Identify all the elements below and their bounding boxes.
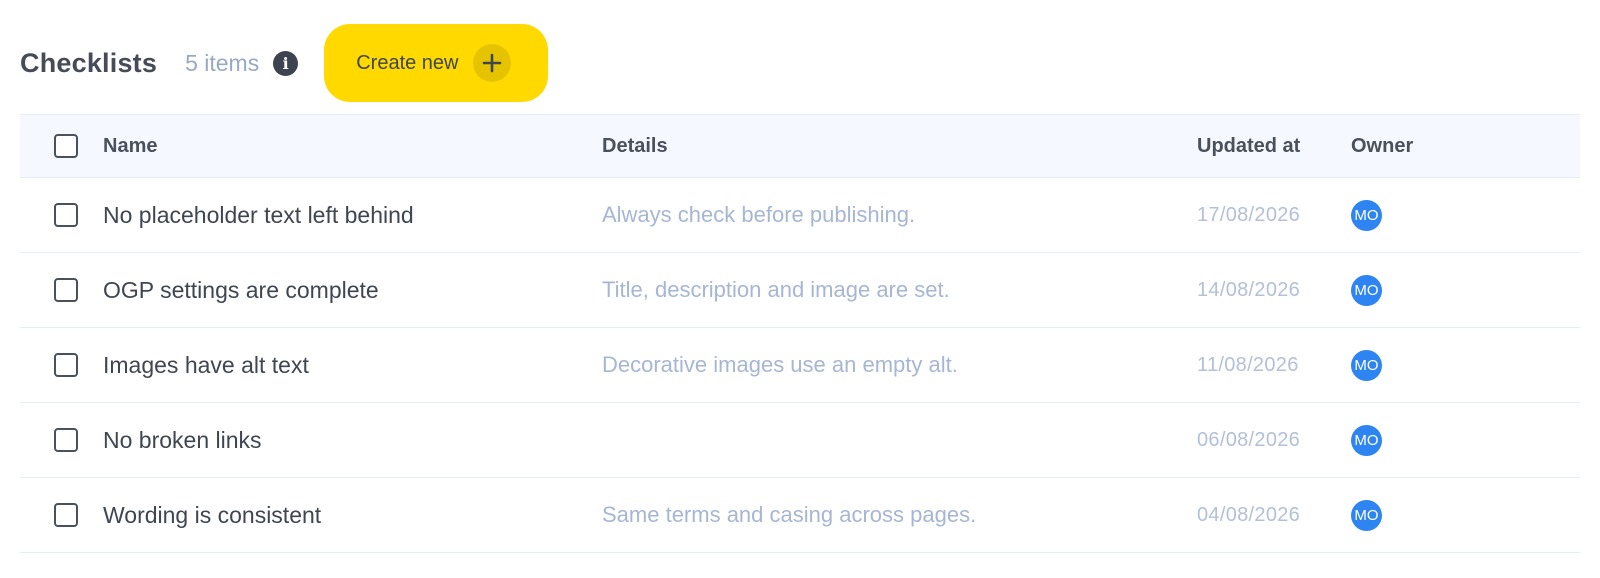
updated-at: 14/08/2026 (1197, 278, 1301, 301)
checklist-name[interactable]: No placeholder text left behind (103, 202, 414, 229)
table-row[interactable]: Wording is consistent Same terms and cas… (20, 478, 1580, 553)
owner-avatar: MO (1351, 349, 1382, 381)
owner-avatar: MO (1351, 274, 1382, 306)
checklist-details: Always check before publishing. (602, 202, 916, 227)
owner-avatar: MO (1351, 424, 1382, 456)
row-checkbox[interactable] (54, 278, 78, 302)
owner-avatar: MO (1351, 499, 1382, 531)
checklist-name[interactable]: Images have alt text (103, 352, 309, 379)
owner-avatar: MO (1351, 199, 1382, 231)
page-header: Checklists 5 items i Create new (20, 24, 549, 102)
checklist-name[interactable]: No broken links (103, 427, 262, 454)
table-row[interactable]: No broken links 06/08/2026 MO (20, 403, 1580, 478)
checklist-details: Title, description and image are set. (602, 277, 950, 302)
checklist-name[interactable]: OGP settings are complete (103, 277, 379, 304)
item-count: 5 items (185, 49, 260, 76)
checklist-details: Decorative images use an empty alt. (602, 352, 958, 377)
column-header-owner[interactable]: Owner (1351, 135, 1413, 158)
column-header-name[interactable]: Name (103, 135, 157, 158)
row-checkbox[interactable] (54, 503, 78, 527)
checklist-name[interactable]: Wording is consistent (103, 502, 321, 529)
column-header-updated-at[interactable]: Updated at (1197, 135, 1300, 158)
page-title: Checklists (20, 47, 158, 78)
table-header: Name Details Updated at Owner (20, 114, 1580, 178)
row-checkbox[interactable] (54, 428, 78, 452)
plus-icon (472, 44, 511, 82)
create-new-label: Create new (356, 51, 459, 74)
checklists-table: Name Details Updated at Owner No placeho… (20, 114, 1580, 553)
info-icon[interactable]: i (273, 50, 299, 76)
row-checkbox[interactable] (54, 353, 78, 377)
create-new-button[interactable]: Create new (324, 24, 549, 102)
table-row[interactable]: No placeholder text left behind Always c… (20, 178, 1580, 253)
updated-at: 11/08/2026 (1197, 353, 1299, 376)
column-header-details[interactable]: Details (602, 135, 668, 158)
updated-at: 06/08/2026 (1197, 428, 1301, 451)
table-row[interactable]: OGP settings are complete Title, descrip… (20, 253, 1580, 328)
select-all-checkbox[interactable] (54, 134, 78, 158)
updated-at: 04/08/2026 (1197, 503, 1301, 526)
row-checkbox[interactable] (54, 203, 78, 227)
updated-at: 17/08/2026 (1197, 203, 1301, 226)
checklist-details: Same terms and casing across pages. (602, 502, 977, 527)
table-row[interactable]: Images have alt text Decorative images u… (20, 328, 1580, 403)
